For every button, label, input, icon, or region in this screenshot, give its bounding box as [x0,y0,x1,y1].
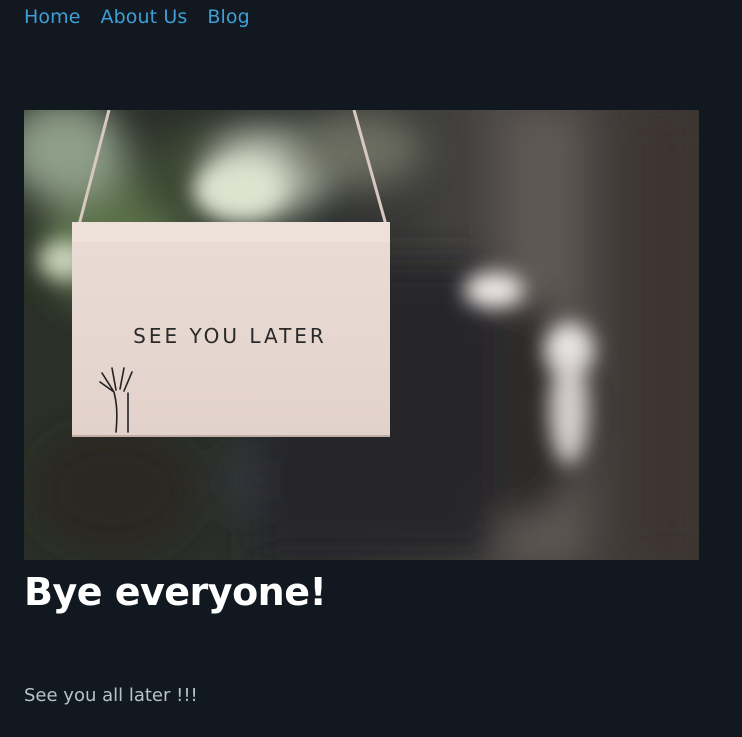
post-title: Bye everyone! [24,570,327,614]
nav-link-blog[interactable]: Blog [207,3,249,31]
nav-link-about-us[interactable]: About Us [101,3,188,31]
hero-image: SEE YOU LATER [24,110,699,560]
post-body: See you all later !!! [24,685,198,706]
nav-link-home[interactable]: Home [24,3,81,31]
sign-text: SEE YOU LATER [133,324,327,348]
hero-photo: SEE YOU LATER [24,110,699,560]
top-nav: Home About Us Blog [24,3,270,31]
